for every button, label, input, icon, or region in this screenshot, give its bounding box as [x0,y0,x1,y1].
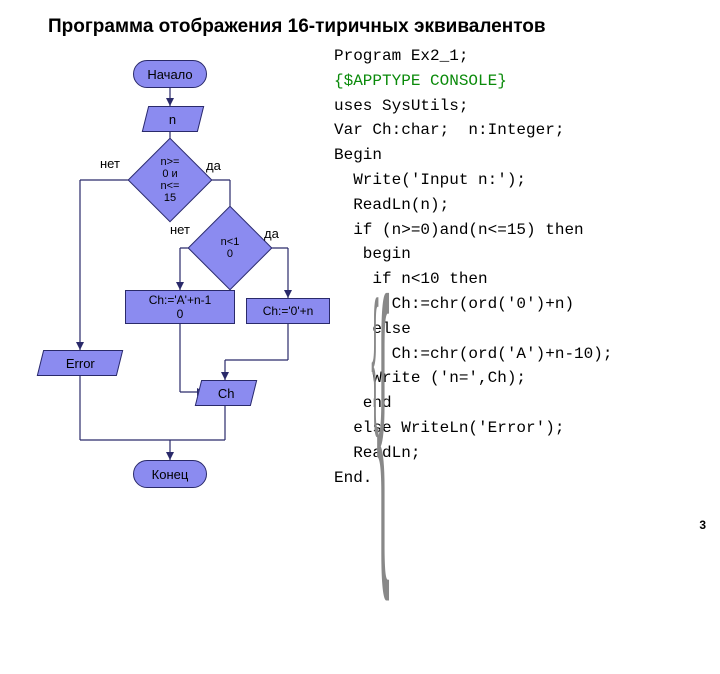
code-l6: Write('Input n:'); [334,171,526,189]
flow-assign-a: Ch:='A'+n-1 0 [125,290,235,324]
flow-cond1-yes-label: да [206,158,221,173]
page-title: Программа отображения 16-тиричных эквива… [48,16,546,38]
flow-cond2-label: n<1 0 [200,218,260,278]
flow-end: Конец [133,460,207,488]
code-l10: if n<10 then [334,270,488,288]
flow-out-ch: Ch [195,380,257,406]
flow-cond2: n<1 0 [200,218,260,278]
code-l7: ReadLn(n); [334,196,449,214]
code-l3: uses SysUtils; [334,97,468,115]
code-l11: Ch:=chr(ord('0')+n) [334,295,574,313]
flow-cond1: n>= 0 и n<= 15 [140,150,200,210]
flow-cond1-no-label: нет [100,156,120,171]
code-l1: Program Ex2_1; [334,47,468,65]
code-l4: Var Ch:char; n:Integer; [334,121,564,139]
flow-error-label: Error [66,356,95,371]
flow-input-n: n [142,106,204,132]
code-l5: Begin [334,146,382,164]
code-l18: End. [334,469,372,487]
flowchart: Начало n n>= 0 и n<= 15 нет да n<1 0 нет… [30,50,340,520]
code-l16: else WriteLn('Error'); [334,419,564,437]
flow-assign-0: Ch:='0'+n [246,298,330,324]
flow-input-n-label: n [169,112,176,127]
page-number: 3 [699,518,706,532]
code-l14: Write ('n=',Ch); [334,369,526,387]
code-l2: {$APPTYPE CONSOLE} [334,72,507,90]
source-code: Program Ex2_1; {$APPTYPE CONSOLE} uses S… [334,44,612,490]
flow-error: Error [37,350,123,376]
flow-out-ch-label: Ch [218,386,235,401]
flow-cond2-no-label: нет [170,222,190,237]
code-l8: if (n>=0)and(n<=15) then [334,221,584,239]
brace-inner-icon: { [371,238,379,471]
flow-start: Начало [133,60,207,88]
flow-cond1-label: n>= 0 и n<= 15 [140,150,200,210]
flow-cond2-yes-label: да [264,226,279,241]
